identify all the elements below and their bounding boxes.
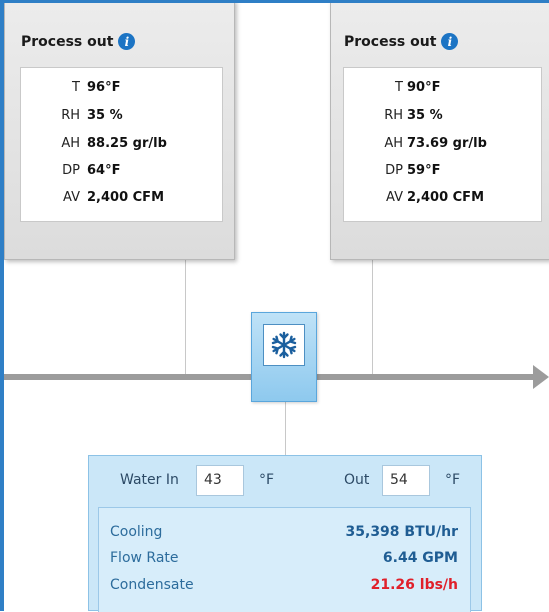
value-text: 96°F <box>87 80 121 95</box>
water-in-input[interactable]: 43 <box>196 465 244 496</box>
process-out-card-left: Process out i T 96°F RH 35 % AH 88.25 gr… <box>4 0 235 260</box>
value-text: 59°F <box>407 163 441 178</box>
result-value: 35,398 BTU/hr <box>345 524 458 540</box>
value-label: T <box>72 80 80 95</box>
connector-right <box>372 258 373 374</box>
result-value: 6.44 GPM <box>382 550 458 566</box>
card-title: Process out i <box>344 33 459 50</box>
water-out-label: Out <box>344 472 370 488</box>
value-label: RH <box>61 108 80 123</box>
result-label: Cooling <box>110 524 163 540</box>
value-text: 35 % <box>407 108 443 123</box>
water-in-unit: °F <box>259 472 275 488</box>
value-text: 35 % <box>87 108 123 123</box>
value-row-t: T 90°F <box>344 80 541 100</box>
connector-left <box>185 258 186 374</box>
value-row-dp: DP 59°F <box>344 163 541 183</box>
value-label: AV <box>63 190 80 205</box>
airflow-arrow-head <box>533 365 549 389</box>
coil-icon-box <box>263 324 305 366</box>
value-label: DP <box>62 163 80 178</box>
result-row-flow-rate: Flow Rate 6.44 GPM <box>99 550 470 570</box>
frame-border-left <box>0 0 4 611</box>
value-row-av: AV 2,400 CFM <box>344 190 541 210</box>
values-box: T 90°F RH 35 % AH 73.69 gr/lb DP 59°F AV… <box>343 67 542 222</box>
result-row-condensate: Condensate 21.26 lbs/h <box>99 577 470 597</box>
value-row-t: T 96°F <box>21 80 222 100</box>
value-text: 64°F <box>87 163 121 178</box>
result-label: Flow Rate <box>110 550 179 566</box>
value-row-ah: AH 88.25 gr/lb <box>21 136 222 156</box>
results-box: Cooling 35,398 BTU/hr Flow Rate 6.44 GPM… <box>98 507 471 612</box>
value-label: AV <box>386 190 403 205</box>
water-panel: Water In 43 °F Out 54 °F Cooling 35,398 … <box>88 455 482 612</box>
value-text: 2,400 CFM <box>407 190 485 205</box>
process-out-card-right: Process out i T 90°F RH 35 % AH 73.69 gr… <box>330 0 549 260</box>
card-title: Process out i <box>21 33 136 50</box>
info-icon[interactable]: i <box>441 33 459 50</box>
info-icon[interactable]: i <box>118 33 136 50</box>
value-text: 2,400 CFM <box>87 190 165 205</box>
value-label: AH <box>61 136 80 151</box>
value-label: RH <box>384 108 403 123</box>
water-out-unit: °F <box>445 472 461 488</box>
card-title-text: Process out <box>344 33 437 50</box>
value-label: DP <box>385 163 403 178</box>
snowflake-icon <box>271 331 297 359</box>
value-text: 90°F <box>407 80 441 95</box>
process-diagram: Process out i T 96°F RH 35 % AH 88.25 gr… <box>0 0 549 612</box>
water-in-label: Water In <box>120 472 179 488</box>
card-title-text: Process out <box>21 33 114 50</box>
connector-coil-panel <box>285 400 286 455</box>
value-row-dp: DP 64°F <box>21 163 222 183</box>
values-box: T 96°F RH 35 % AH 88.25 gr/lb DP 64°F AV… <box>20 67 223 222</box>
value-label: T <box>395 80 403 95</box>
water-inputs-row: Water In 43 °F Out 54 °F <box>89 456 481 506</box>
value-row-rh: RH 35 % <box>344 108 541 128</box>
cooling-coil[interactable] <box>251 312 317 402</box>
value-row-av: AV 2,400 CFM <box>21 190 222 210</box>
value-text: 73.69 gr/lb <box>407 136 487 151</box>
frame-border-top <box>0 0 549 3</box>
result-value-condensate: 21.26 lbs/h <box>370 577 458 593</box>
water-out-input[interactable]: 54 <box>382 465 430 496</box>
value-text: 88.25 gr/lb <box>87 136 167 151</box>
result-row-cooling: Cooling 35,398 BTU/hr <box>99 524 470 544</box>
value-label: AH <box>384 136 403 151</box>
value-row-rh: RH 35 % <box>21 108 222 128</box>
value-row-ah: AH 73.69 gr/lb <box>344 136 541 156</box>
result-label: Condensate <box>110 577 194 593</box>
